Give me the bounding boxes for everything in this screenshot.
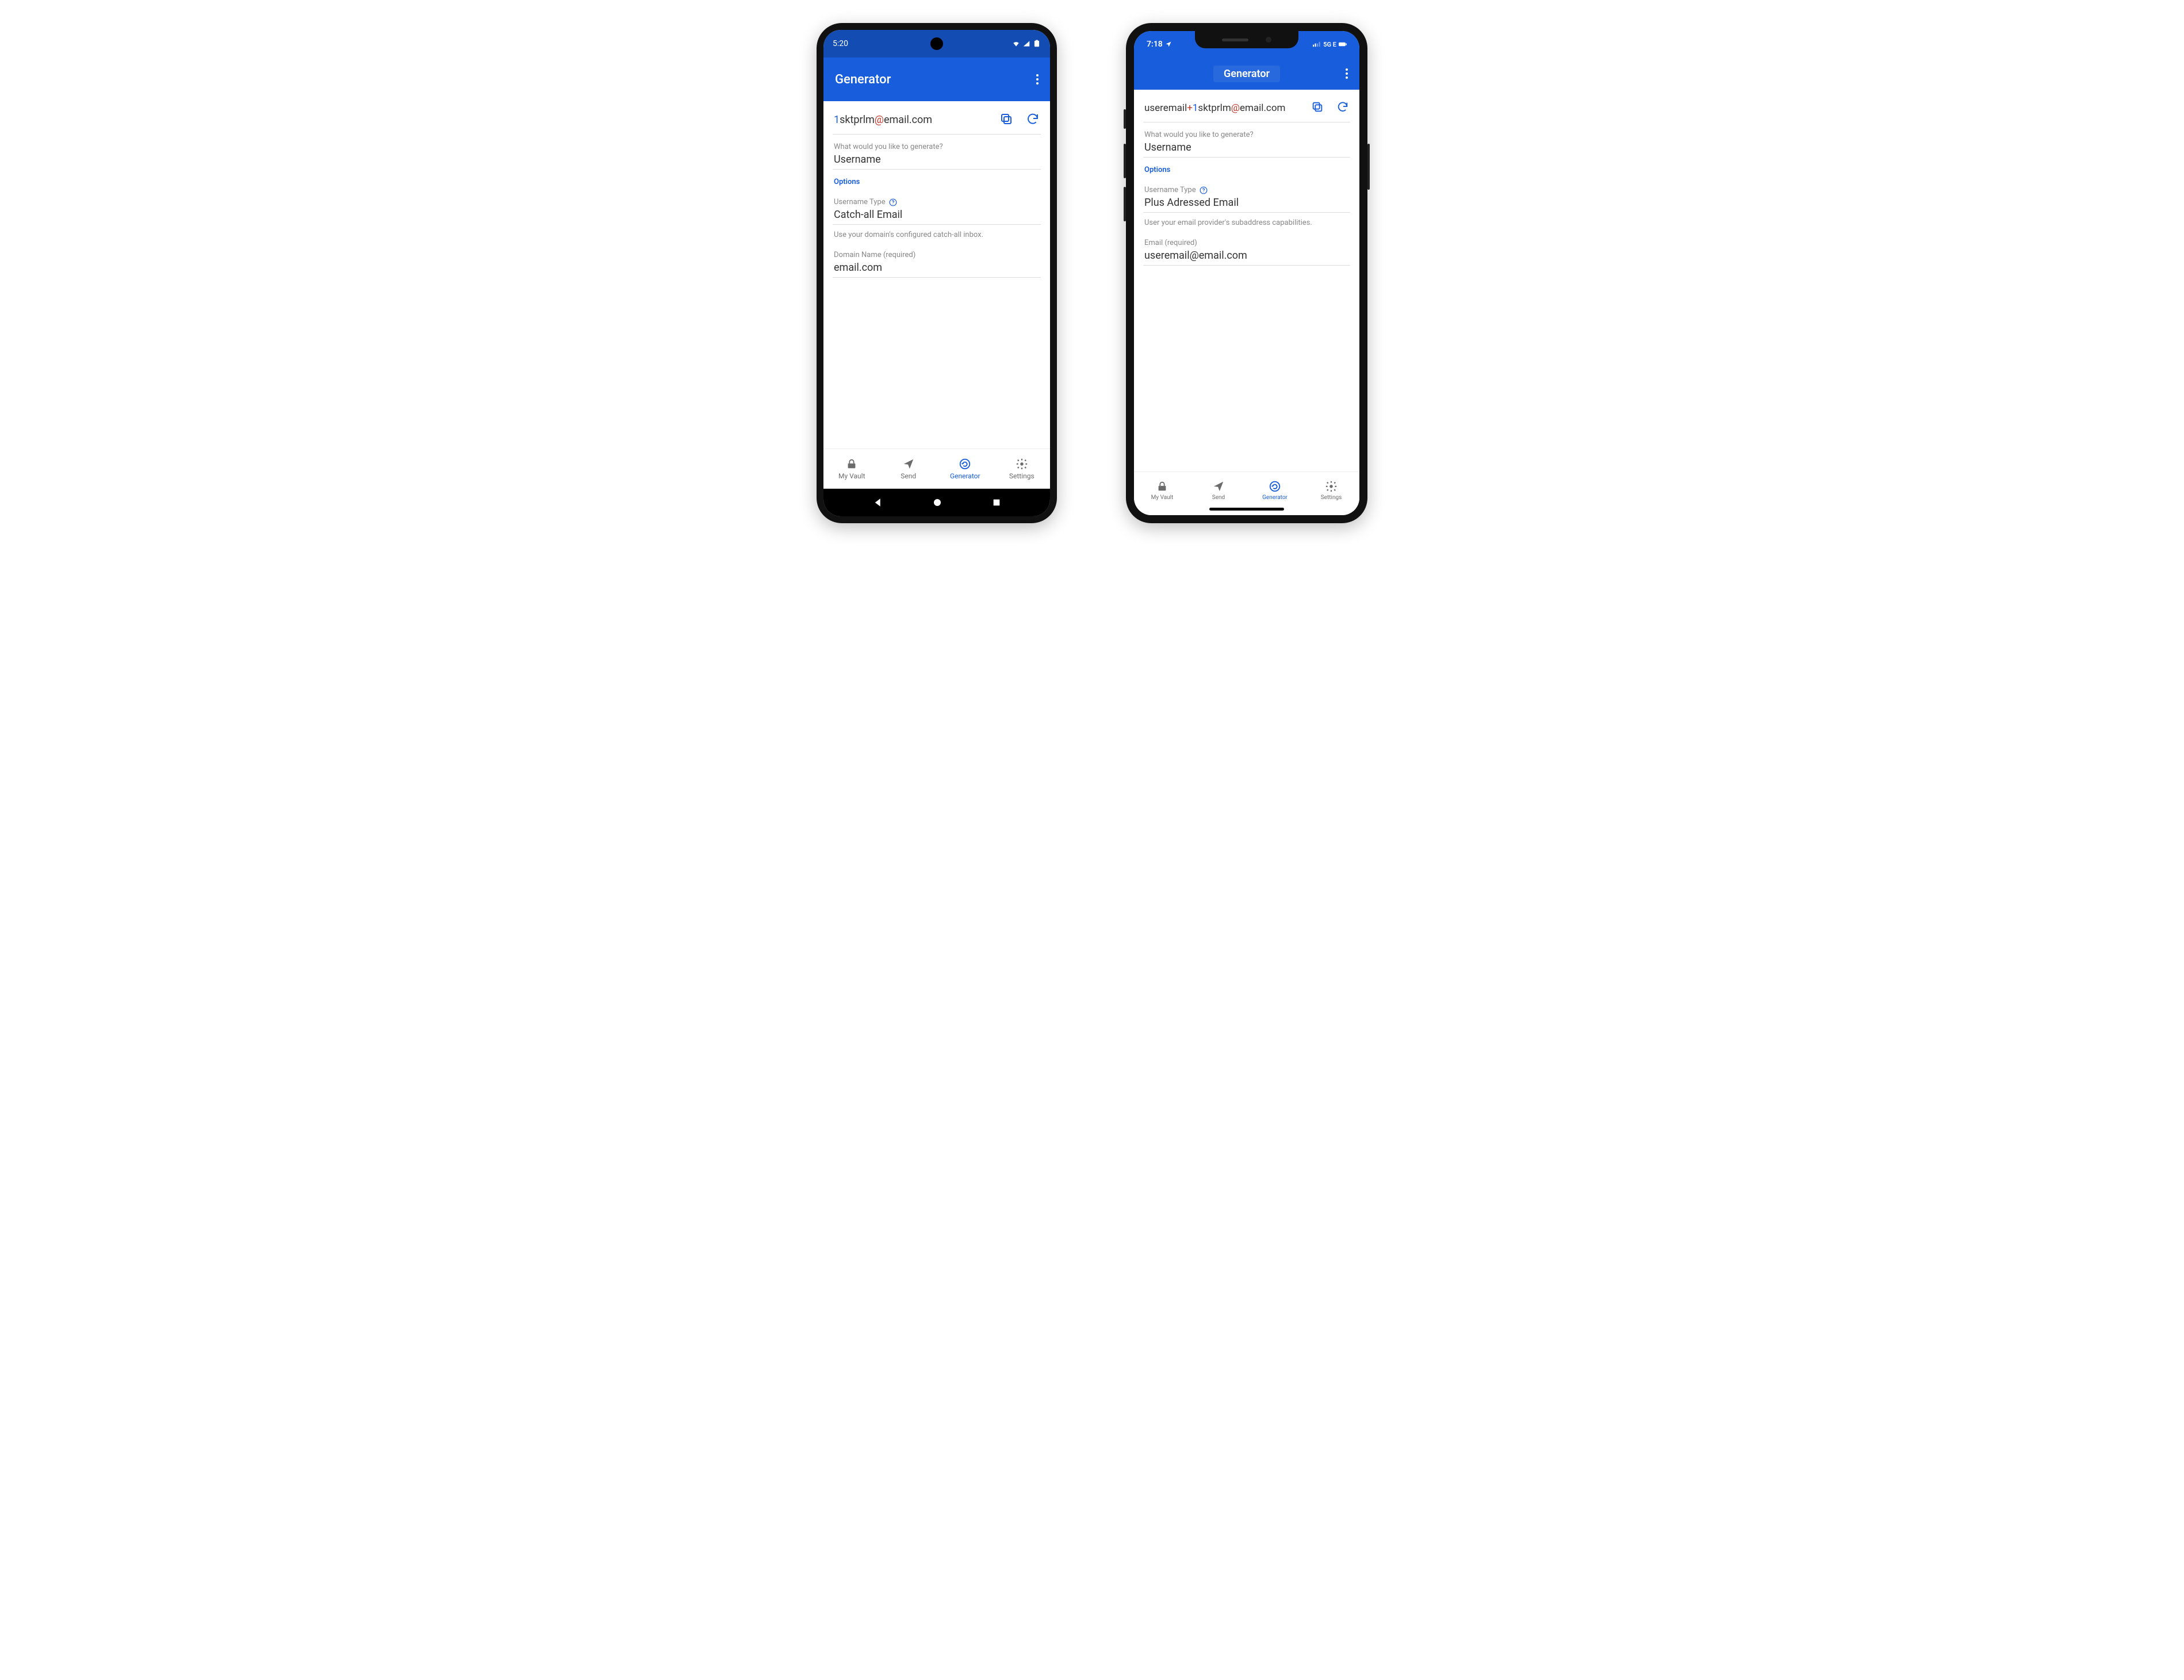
username-type-hint: Use your domain's configured catch-all i… bbox=[823, 225, 1050, 243]
generate-type-label: What would you like to generate? bbox=[834, 143, 1040, 151]
generate-type-value: Username bbox=[1144, 141, 1349, 154]
gear-icon bbox=[1325, 480, 1338, 493]
tab-settings[interactable]: Settings bbox=[994, 449, 1051, 489]
back-icon[interactable] bbox=[873, 497, 883, 508]
username-type-hint: User your email provider's subaddress ca… bbox=[1134, 213, 1359, 231]
generated-value: useremail+1sktprlm@email.com bbox=[1144, 102, 1285, 114]
app-bar: Generator bbox=[1134, 57, 1359, 90]
domain-name-field[interactable]: Domain Name (required) email.com bbox=[823, 243, 1050, 277]
location-icon bbox=[1165, 41, 1172, 48]
email-value: useremail@email.com bbox=[1144, 250, 1349, 262]
status-icons bbox=[1012, 40, 1041, 48]
home-icon[interactable] bbox=[932, 497, 942, 508]
send-icon bbox=[902, 458, 915, 470]
options-header: Options bbox=[823, 170, 1050, 190]
android-device: 5:20 Generator 1sktprlm@email.com bbox=[817, 23, 1057, 523]
generator-icon bbox=[959, 458, 971, 470]
lock-icon bbox=[845, 458, 858, 470]
options-label: Options bbox=[834, 178, 1040, 186]
refresh-icon[interactable] bbox=[1336, 101, 1349, 113]
ios-device: 7:18 5G E Generator useremail+1sktprlm@e… bbox=[1126, 23, 1367, 523]
username-type-field[interactable]: Username Type Catch-all Email bbox=[823, 190, 1050, 224]
domain-name-label: Domain Name (required) bbox=[834, 251, 1040, 259]
content-area: 1sktprlm@email.com What would you like t… bbox=[823, 101, 1050, 448]
divider bbox=[1143, 265, 1350, 266]
username-type-value: Plus Adressed Email bbox=[1144, 197, 1349, 209]
generated-value: 1sktprlm@email.com bbox=[834, 114, 932, 126]
generator-icon bbox=[1269, 480, 1281, 493]
status-icons: 5G E bbox=[1313, 40, 1347, 48]
help-icon[interactable] bbox=[889, 198, 897, 206]
overflow-menu-button[interactable] bbox=[1036, 74, 1039, 85]
username-type-value: Catch-all Email bbox=[834, 209, 1040, 221]
generate-type-field[interactable]: What would you like to generate? Usernam… bbox=[1134, 122, 1359, 157]
gear-icon bbox=[1016, 458, 1028, 470]
generate-type-value: Username bbox=[834, 154, 1040, 166]
tab-my-vault[interactable]: My Vault bbox=[823, 449, 880, 489]
content-area: useremail+1sktprlm@email.com What would … bbox=[1134, 90, 1359, 471]
username-type-field[interactable]: Username Type Plus Adressed Email bbox=[1134, 178, 1359, 212]
username-type-label: Username Type bbox=[834, 198, 1040, 206]
send-icon bbox=[1212, 480, 1225, 493]
android-nav-bar bbox=[823, 489, 1050, 516]
generated-value-row: 1sktprlm@email.com bbox=[823, 101, 1050, 134]
tab-generator[interactable]: Generator bbox=[1247, 472, 1303, 508]
status-time: 7:18 bbox=[1147, 40, 1163, 49]
tab-my-vault[interactable]: My Vault bbox=[1134, 472, 1190, 508]
generate-type-label: What would you like to generate? bbox=[1144, 131, 1349, 139]
tab-send[interactable]: Send bbox=[880, 449, 937, 489]
punch-hole-camera bbox=[930, 37, 943, 50]
username-type-label: Username Type bbox=[1144, 186, 1349, 194]
options-label: Options bbox=[1144, 166, 1349, 174]
notch bbox=[1195, 31, 1298, 48]
cell-icon bbox=[1022, 40, 1030, 48]
wifi-icon bbox=[1012, 40, 1020, 48]
status-time: 5:20 bbox=[833, 39, 848, 48]
battery-icon bbox=[1339, 40, 1347, 48]
options-header: Options bbox=[1134, 158, 1359, 178]
tab-settings[interactable]: Settings bbox=[1303, 472, 1359, 508]
tab-send[interactable]: Send bbox=[1190, 472, 1247, 508]
generate-type-field[interactable]: What would you like to generate? Usernam… bbox=[823, 135, 1050, 169]
email-field[interactable]: Email (required) useremail@email.com bbox=[1134, 231, 1359, 265]
network-label: 5G E bbox=[1323, 41, 1336, 48]
copy-icon[interactable] bbox=[999, 112, 1013, 126]
bottom-tabs: My Vault Send Generator Settings bbox=[823, 448, 1050, 489]
app-bar: Generator bbox=[823, 57, 1050, 101]
generated-value-row: useremail+1sktprlm@email.com bbox=[1134, 90, 1359, 122]
domain-name-value: email.com bbox=[834, 262, 1040, 274]
overflow-menu-button[interactable] bbox=[1346, 68, 1348, 79]
refresh-icon[interactable] bbox=[1026, 112, 1040, 126]
battery-icon bbox=[1033, 40, 1041, 48]
lock-icon bbox=[1156, 480, 1168, 493]
recents-icon[interactable] bbox=[992, 498, 1001, 507]
page-title: Generator bbox=[835, 72, 891, 87]
android-status-bar: 5:20 bbox=[823, 30, 1050, 57]
copy-icon[interactable] bbox=[1311, 101, 1324, 113]
home-indicator[interactable] bbox=[1209, 508, 1284, 511]
help-icon[interactable] bbox=[1200, 186, 1208, 194]
page-title: Generator bbox=[1213, 66, 1280, 82]
cell-bars-icon bbox=[1313, 40, 1321, 48]
tab-generator[interactable]: Generator bbox=[937, 449, 994, 489]
divider bbox=[833, 277, 1041, 278]
email-label: Email (required) bbox=[1144, 239, 1349, 247]
